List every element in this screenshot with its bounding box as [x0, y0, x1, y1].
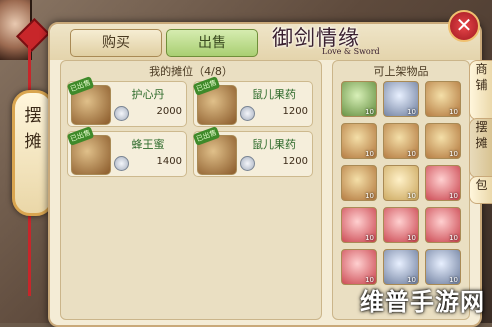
silver-coin-icon [240, 156, 255, 171]
potion-jar-icon[interactable]: 10 [383, 249, 419, 285]
red-pouch-icon[interactable]: 10 [425, 207, 461, 243]
tab-stall-char-2: 摊 [475, 136, 488, 150]
silver-coin-icon [114, 156, 129, 171]
stall-slot[interactable]: 已出售 鼠儿果药 1200 [192, 76, 313, 127]
red-pouch-icon[interactable]: 10 [341, 249, 377, 285]
jade-scroll-icon[interactable]: 10 [341, 81, 377, 117]
item-price: 1200 [282, 156, 308, 167]
tab-shop-char-1: 商 [475, 62, 488, 76]
available-items-title: 可上架物品 [373, 65, 429, 78]
item-name: 护心丹 [131, 88, 165, 101]
my-stall-section: 我的摊位（4/8） 已出售 护心丹 2000 已出售 鼠儿果药 1200 已出售 蜂王蜜 140… [60, 60, 322, 320]
side-tab-char-1: 摆 [24, 106, 42, 126]
available-items-section: 可上架物品 10 10 10 10 10 10 10 10 10 10 10 10 10 10 10 [332, 60, 470, 320]
close-button[interactable]: ✕ [448, 10, 480, 42]
item-quantity: 10 [407, 108, 416, 116]
fruit-cluster-icon[interactable]: 10 [425, 81, 461, 117]
item-name: 鼠儿果药 [252, 88, 296, 101]
item-quantity: 10 [449, 234, 458, 242]
potion-jar-icon[interactable]: 10 [425, 249, 461, 285]
item-quantity: 10 [407, 234, 416, 242]
item-quantity: 10 [365, 192, 374, 200]
honey-jar-icon[interactable]: 10 [341, 165, 377, 201]
logo-subtitle: Love & Sword [322, 47, 380, 56]
item-price: 1200 [282, 106, 308, 117]
red-pouch-icon[interactable]: 10 [383, 207, 419, 243]
paper-scroll-icon[interactable]: 10 [383, 165, 419, 201]
item-quantity: 10 [449, 108, 458, 116]
pill-box-icon[interactable]: 10 [383, 81, 419, 117]
tab-stall-char-1: 摆 [475, 120, 488, 134]
tab-bag-char-1: 包 [475, 178, 488, 192]
item-quantity: 10 [449, 150, 458, 158]
item-quantity: 10 [365, 150, 374, 158]
stall-slot[interactable]: 已出售 护心丹 2000 [66, 76, 187, 127]
item-name: 蜂王蜜 [131, 138, 165, 151]
silver-coin-icon [240, 106, 255, 121]
red-pouch-icon[interactable]: 10 [341, 207, 377, 243]
panel-topbar: 购买 出售 御剑情缘 Love & Sword [50, 24, 480, 60]
item-price: 1400 [156, 156, 182, 167]
game-logo: 御剑情缘 Love & Sword [272, 22, 422, 60]
tab-shop-char-2: 铺 [475, 78, 488, 92]
buy-tab-button[interactable]: 购买 [70, 29, 162, 57]
item-name: 鼠儿果药 [252, 138, 296, 151]
silver-coin-icon [114, 106, 129, 121]
fruit-cluster-icon[interactable]: 10 [425, 123, 461, 159]
sell-tab-button[interactable]: 出售 [166, 29, 258, 57]
fruit-cluster-icon[interactable]: 10 [341, 123, 377, 159]
item-quantity: 10 [407, 150, 416, 158]
item-price: 2000 [156, 106, 182, 117]
item-quantity: 10 [449, 192, 458, 200]
tab-stall[interactable]: 摆 摊 [469, 118, 492, 178]
site-watermark: 维普手游网 [360, 288, 485, 316]
item-quantity: 10 [365, 234, 374, 242]
my-stall-title: 我的摊位（4/8） [149, 65, 233, 78]
tab-shop[interactable]: 商 铺 [469, 60, 492, 120]
honey-jar-icon[interactable]: 10 [383, 123, 419, 159]
tab-bag[interactable]: 包 [469, 176, 492, 204]
stall-slot[interactable]: 已出售 鼠儿果药 1200 [192, 126, 313, 177]
red-pouch-icon[interactable]: 10 [425, 165, 461, 201]
stall-slot[interactable]: 已出售 蜂王蜜 1400 [66, 126, 187, 177]
item-quantity: 10 [365, 108, 374, 116]
side-tab-char-2: 摊 [24, 132, 42, 152]
item-quantity: 10 [407, 192, 416, 200]
